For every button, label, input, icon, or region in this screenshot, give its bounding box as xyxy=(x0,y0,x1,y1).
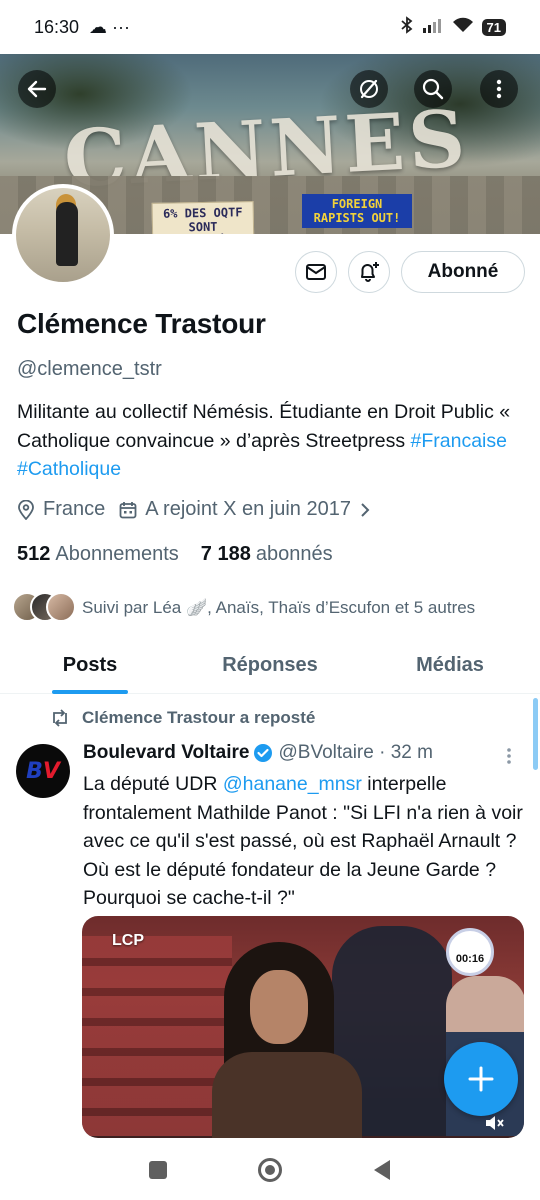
volume-mute-icon xyxy=(486,1116,504,1130)
following-button[interactable]: Abonné xyxy=(401,251,525,293)
joined-text: A rejoint X en juin 2017 xyxy=(145,498,351,520)
hashtag-link[interactable]: #Francaise xyxy=(411,430,507,452)
profile-avatar[interactable] xyxy=(12,184,114,286)
no-sync-icon xyxy=(360,79,378,99)
verified-badge-icon xyxy=(253,743,273,763)
status-time: 16:30 xyxy=(34,16,80,37)
repost-indicator: Clémence Trastour a reposté xyxy=(50,708,315,728)
repost-label: Clémence Trastour a reposté xyxy=(82,708,316,727)
mail-icon xyxy=(306,264,326,280)
back-button[interactable] xyxy=(18,70,56,108)
profile-stats: 512 Abonnements 7 188 abonnés xyxy=(17,543,333,566)
profile-meta: France A rejoint X en juin 2017 xyxy=(17,498,385,521)
signal-icon xyxy=(422,17,444,38)
nav-circle-icon[interactable] xyxy=(257,1157,283,1183)
chevron-right-icon xyxy=(361,502,370,517)
joined-date[interactable]: A rejoint X en juin 2017 xyxy=(119,498,371,521)
more-vertical-icon xyxy=(507,748,511,764)
search-button[interactable] xyxy=(414,70,452,108)
tab-label: Réponses xyxy=(222,654,318,676)
followers-label: abonnés xyxy=(255,543,333,565)
bell-plus-icon xyxy=(361,262,379,282)
plus-icon xyxy=(468,1066,494,1092)
video-timer: 00:16 xyxy=(446,928,494,976)
mute-button[interactable] xyxy=(484,1114,504,1137)
avatar-letter: V xyxy=(42,758,60,784)
mutual-avatars xyxy=(12,592,76,624)
bluetooth-icon xyxy=(400,15,414,39)
mention-link[interactable]: @hanane_mnsr xyxy=(223,773,362,795)
banner-sign-right: FOREIGN RAPISTS OUT! xyxy=(302,194,412,228)
tab-label: Posts xyxy=(62,654,118,676)
following-label: Abonnements xyxy=(55,543,179,565)
tab-posts[interactable]: Posts xyxy=(0,640,180,694)
post-text-start: La député UDR xyxy=(83,773,223,795)
nav-back-triangle-icon[interactable] xyxy=(371,1158,393,1182)
display-name: Clémence Trastour xyxy=(17,308,266,339)
followers-stat[interactable]: 7 188 abonnés xyxy=(201,543,333,566)
system-nav-bar xyxy=(0,1140,540,1200)
compose-button[interactable] xyxy=(444,1042,518,1116)
post-text: La député UDR @hanane_mnsr interpelle fr… xyxy=(83,770,523,913)
followed-by-text: Suivi par Léa 🪽, Anaïs, Thaïs d’Escufon … xyxy=(82,598,476,617)
scrollbar[interactable] xyxy=(533,698,538,770)
wifi-icon xyxy=(452,17,474,38)
location-pin-icon xyxy=(18,499,34,520)
channel-logo: LCP xyxy=(112,932,144,949)
tab-label: Médias xyxy=(416,654,484,676)
tab-replies[interactable]: Réponses xyxy=(180,640,360,693)
profile-tabs: Posts Réponses Médias xyxy=(0,640,540,694)
repost-icon xyxy=(53,709,67,727)
banner-sign-left: 6% DES OQTF SONT APPLIQUÉES xyxy=(151,201,255,234)
tab-media[interactable]: Médias xyxy=(360,640,540,693)
post-more-button[interactable] xyxy=(505,746,513,771)
profile-bio: Militante au collectif Némésis. Étudiant… xyxy=(17,398,522,484)
hashtag-link[interactable]: #Catholique xyxy=(17,458,121,480)
following-stat[interactable]: 512 Abonnements xyxy=(17,543,179,566)
notifications-button[interactable] xyxy=(348,251,390,293)
post-header: Boulevard Voltaire @BVoltaire · 32 m xyxy=(83,742,433,764)
timer-text: 00:16 xyxy=(455,953,485,965)
calendar-icon xyxy=(119,501,137,518)
status-extra: ☁ ··· xyxy=(89,16,131,37)
battery-indicator: 71 xyxy=(481,18,506,36)
post-handle-time: @BVoltaire · 32 m xyxy=(278,742,433,763)
active-tab-indicator xyxy=(52,690,128,694)
profile-handle: @clemence_tstr xyxy=(17,358,162,380)
followed-by-row[interactable]: Suivi par Léa 🪽, Anaïs, Thaïs d’Escufon … xyxy=(12,592,475,624)
location-text: France xyxy=(43,498,106,520)
following-count: 512 xyxy=(17,543,51,565)
avatar xyxy=(46,592,76,622)
nav-square-icon[interactable] xyxy=(147,1159,169,1181)
message-button[interactable] xyxy=(295,251,337,293)
followers-count: 7 188 xyxy=(200,543,251,565)
more-options-button[interactable] xyxy=(480,70,518,108)
more-vertical-icon xyxy=(496,79,502,99)
back-arrow-icon xyxy=(27,80,47,98)
post-author-name[interactable]: Boulevard Voltaire xyxy=(83,742,249,764)
post-author-avatar[interactable]: BV xyxy=(16,744,70,798)
avatar-letter: B xyxy=(26,758,43,784)
status-bar: 16:30 ☁ ··· 71 xyxy=(0,0,540,54)
search-icon xyxy=(422,78,444,100)
no-sync-button[interactable] xyxy=(350,70,388,108)
